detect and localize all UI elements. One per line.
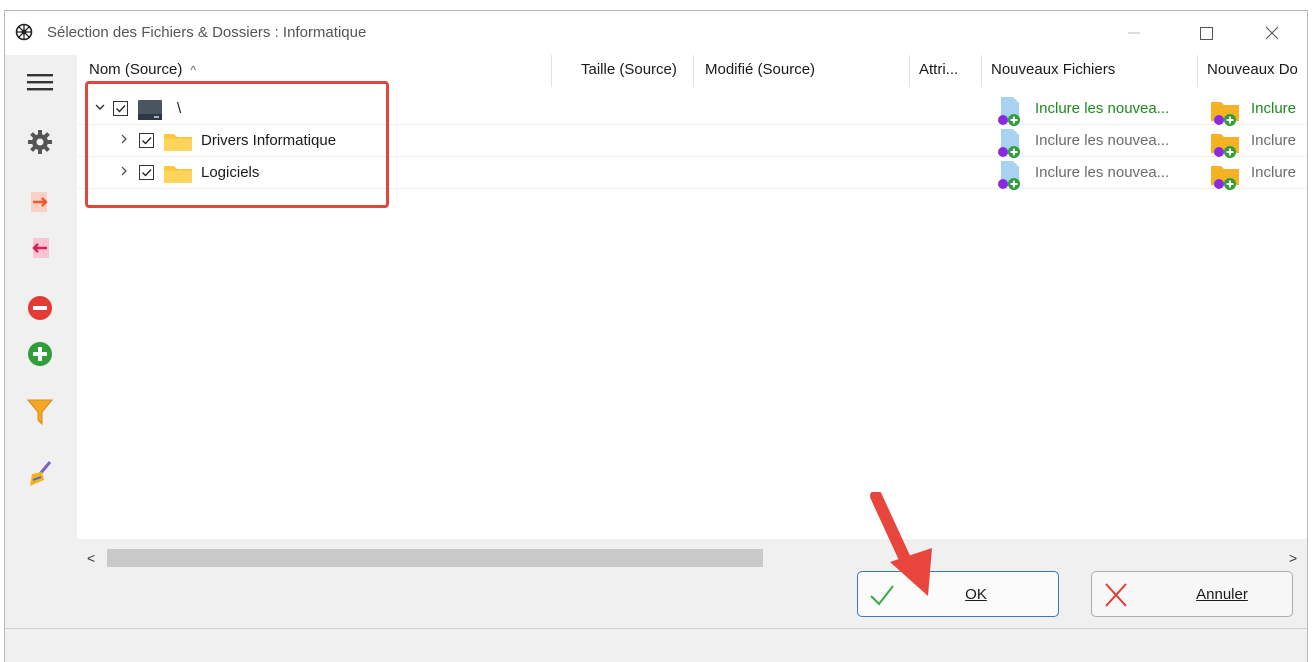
column-divider[interactable] xyxy=(981,55,982,87)
minimize-icon xyxy=(1128,32,1140,34)
column-divider[interactable] xyxy=(909,55,910,87)
clean-button[interactable] xyxy=(25,459,55,489)
menu-icon xyxy=(27,74,53,91)
column-divider[interactable] xyxy=(551,55,552,87)
scroll-right-icon[interactable]: > xyxy=(1289,550,1297,566)
new-file-include-icon xyxy=(998,129,1020,158)
new-folders-value[interactable]: Inclure xyxy=(1251,132,1296,149)
broom-icon xyxy=(30,461,52,486)
column-header-new-files[interactable]: Nouveaux Fichiers xyxy=(991,61,1115,78)
minimize-button[interactable] xyxy=(1111,19,1157,47)
new-folder-include-icon xyxy=(1211,134,1239,158)
annotation-highlight-box xyxy=(85,81,389,208)
new-file-include-icon xyxy=(998,161,1020,190)
new-files-value[interactable]: Inclure les nouvea... xyxy=(1035,100,1169,117)
column-header-name[interactable]: Nom (Source) ^ xyxy=(89,61,196,78)
side-toolbar xyxy=(5,55,77,539)
sort-ascending-icon: ^ xyxy=(190,63,196,77)
arrow-left-icon xyxy=(32,238,49,258)
new-files-value[interactable]: Inclure les nouvea... xyxy=(1035,132,1169,149)
title-bar: Sélection des Fichiers & Dossiers : Info… xyxy=(5,11,1307,55)
close-window-button[interactable] xyxy=(1249,19,1295,47)
plus-circle-icon xyxy=(28,342,52,366)
menu-button[interactable] xyxy=(25,67,55,97)
scroll-thumb[interactable] xyxy=(107,549,763,567)
new-files-value[interactable]: Inclure les nouvea... xyxy=(1035,164,1169,181)
new-file-include-icon xyxy=(998,97,1020,126)
column-header-size[interactable]: Taille (Source) xyxy=(581,61,677,78)
column-divider[interactable] xyxy=(693,55,694,87)
status-bar xyxy=(5,628,1307,662)
filter-icon xyxy=(27,399,53,426)
include-button[interactable] xyxy=(25,339,55,369)
cancel-button-label: Annuler xyxy=(1196,585,1248,603)
close-icon xyxy=(1265,26,1279,40)
exclude-button[interactable] xyxy=(25,293,55,323)
new-folder-include-icon xyxy=(1211,102,1239,126)
maximize-button[interactable] xyxy=(1183,19,1229,47)
column-header-new-folders[interactable]: Nouveaux Do xyxy=(1207,61,1298,78)
column-divider[interactable] xyxy=(1197,55,1198,87)
new-folders-value[interactable]: Inclure xyxy=(1251,100,1296,117)
horizontal-scrollbar[interactable]: < > xyxy=(77,539,1307,575)
minus-circle-icon xyxy=(28,296,52,320)
new-folders-value[interactable]: Inclure xyxy=(1251,164,1296,181)
copy-left-button[interactable] xyxy=(25,233,55,263)
maximize-icon xyxy=(1199,26,1213,40)
gear-icon xyxy=(28,130,52,154)
copy-right-button[interactable] xyxy=(25,187,55,217)
arrow-right-icon xyxy=(31,192,48,212)
annotation-arrow-icon xyxy=(870,492,932,596)
column-header-modified[interactable]: Modifié (Source) xyxy=(705,61,815,78)
new-folder-include-icon xyxy=(1211,166,1239,190)
cancel-button[interactable]: Annuler xyxy=(1091,571,1293,617)
app-icon xyxy=(15,23,33,41)
column-header-name-label: Nom (Source) xyxy=(89,61,183,78)
window-title: Sélection des Fichiers & Dossiers : Info… xyxy=(47,24,367,41)
column-header-attributes[interactable]: Attri... xyxy=(919,61,958,78)
filter-button[interactable] xyxy=(25,397,55,427)
scroll-left-icon[interactable]: < xyxy=(87,550,95,566)
settings-button[interactable] xyxy=(25,127,55,157)
